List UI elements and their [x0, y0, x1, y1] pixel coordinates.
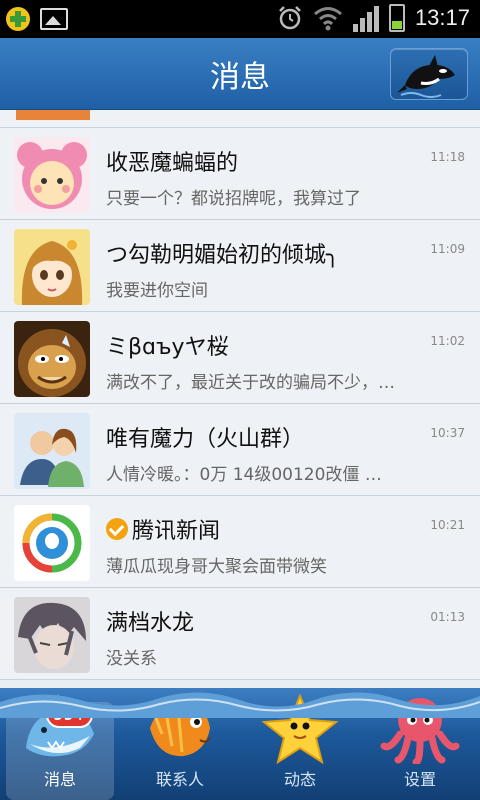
conversation-item[interactable]: 满档水龙 没关系 01:13 [0, 588, 480, 680]
lion-cartoon-avatar [14, 321, 90, 397]
image-notification-icon [40, 8, 68, 30]
title-bar: 消息 [0, 38, 480, 110]
alarm-icon [279, 6, 301, 30]
message-time: 11:18 [430, 150, 465, 164]
orca-menu-button[interactable] [390, 48, 468, 100]
contact-name: 腾讯新闻 [106, 513, 220, 545]
tab-label: 动态 [283, 770, 316, 789]
orca-icon [397, 55, 455, 98]
message-preview: 只要一个？都说招牌呢，我算过了 [106, 189, 361, 209]
avatar [14, 321, 90, 397]
list-item-partial[interactable] [0, 110, 480, 128]
status-bar: 13:17 [0, 0, 480, 38]
clock: 13:17 [414, 5, 470, 30]
contact-name: つ勾勒明媚始初的倾城╮ [106, 243, 340, 268]
contact-name: ミβɑъуヤ桜 [106, 335, 229, 360]
conversation-item[interactable]: つ勾勒明媚始初的倾城╮ 我要进你空间 11:09 [0, 220, 480, 312]
tab-label: 消息 [43, 770, 76, 789]
avatar [14, 505, 90, 581]
message-time: 10:37 [430, 426, 465, 440]
wifi-icon [313, 7, 342, 31]
avatar [14, 229, 90, 305]
tab-label: 联系人 [155, 770, 204, 789]
avatar [14, 597, 90, 673]
verified-badge-icon [106, 518, 128, 540]
tab-label: 设置 [403, 770, 436, 789]
message-time: 01:13 [430, 610, 465, 624]
contact-name-text: 腾讯新闻 [132, 519, 221, 544]
group-avatar [14, 413, 90, 489]
conversation-list[interactable]: 收恶魔蝙蝠的 只要一个？都说招牌呢，我算过了 11:18 つ勾勒明媚始初的倾城╮… [0, 110, 480, 688]
conversation-item[interactable]: 腾讯新闻 薄瓜瓜现身哥大聚会面带微笑 10:21 [0, 496, 480, 588]
message-time: 11:09 [430, 242, 465, 256]
conversation-item[interactable]: 收恶魔蝙蝠的 只要一个？都说招牌呢，我算过了 11:18 [0, 128, 480, 220]
message-preview: 薄瓜瓜现身哥大聚会面带微笑 [106, 557, 327, 577]
pink-bear-avatar [14, 137, 90, 213]
message-preview: 我要进你空间 [106, 281, 208, 301]
app-notification-icon [6, 7, 30, 31]
message-preview: 没关系 [106, 649, 157, 669]
avatar [14, 413, 90, 489]
conversation-item[interactable]: 唯有魔力（火山群） 人情冷暖。：0万 14级00120改僵 … 10:37 [0, 404, 480, 496]
tencent-news-avatar [14, 505, 90, 581]
avatar [14, 137, 90, 213]
conversation-item[interactable]: ミβɑъуヤ桜 满改不了，最近关于改的骗局不少，… 11:02 [0, 312, 480, 404]
message-time: 10:21 [430, 518, 465, 532]
wave-decoration [0, 692, 480, 718]
message-time: 11:02 [430, 334, 465, 348]
anime-boy-avatar [14, 597, 90, 673]
signal-icon [352, 4, 379, 32]
message-preview: 满改不了，最近关于改的骗局不少，… [106, 373, 395, 393]
message-preview: 人情冷暖。：0万 14级00120改僵 … [106, 465, 382, 485]
contact-name: 收恶魔蝙蝠的 [106, 151, 239, 176]
contact-name: 满档水龙 [106, 611, 195, 636]
battery-icon [388, 4, 405, 32]
contact-name: 唯有魔力（火山群） [106, 427, 305, 452]
anime-girl-avatar [14, 229, 90, 305]
